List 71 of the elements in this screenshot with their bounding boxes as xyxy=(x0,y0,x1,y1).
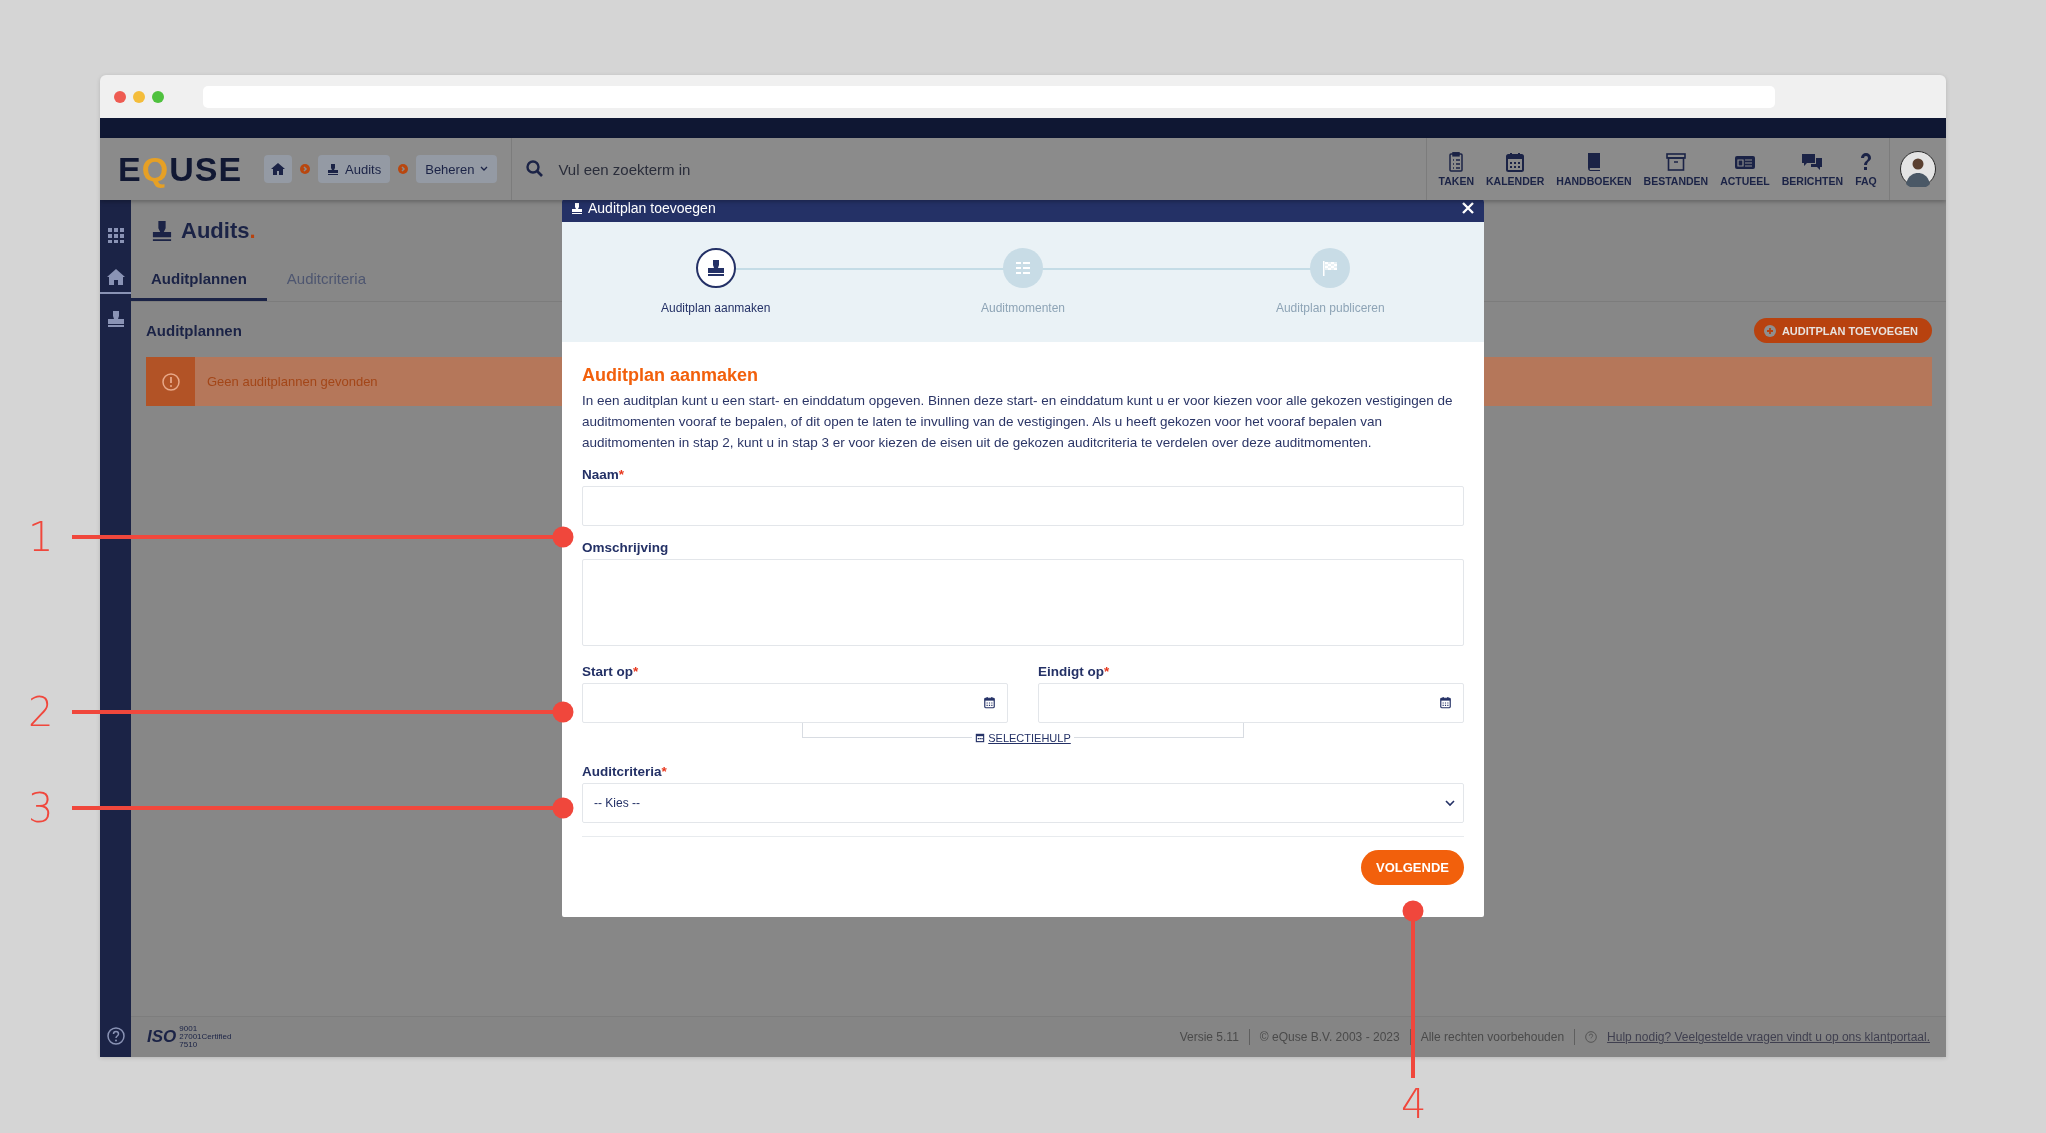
description-field[interactable] xyxy=(582,559,1464,646)
date-field[interactable] xyxy=(1038,683,1464,723)
callout-number: 3 xyxy=(28,784,54,833)
home-icon xyxy=(106,268,125,286)
breadcrumb-link[interactable]: Audits xyxy=(318,155,391,183)
form-heading: Auditplan aanmaken xyxy=(582,365,760,386)
stamp-icon xyxy=(706,259,725,277)
home-button[interactable] xyxy=(264,155,293,183)
warning-icon xyxy=(161,372,180,391)
calendar-icon xyxy=(1504,151,1527,172)
rights-text: Alle rechten voorbehouden xyxy=(1420,1030,1565,1044)
caret-icon xyxy=(480,166,489,172)
help-icon xyxy=(1585,1031,1598,1043)
user-avatar[interactable] xyxy=(1900,151,1936,187)
calendar-icon[interactable] xyxy=(983,696,996,710)
date-field[interactable] xyxy=(582,683,1008,723)
field-label: Start op* xyxy=(582,664,640,679)
nav-item[interactable]: HANDBOEKEN xyxy=(1550,138,1638,200)
help-link[interactable]: Hulp nodig? Veelgestelde vragen vindt u op ons klantportaal. xyxy=(1607,1030,1930,1044)
selection-help-link[interactable]: SELECTIEHULP xyxy=(972,732,1074,744)
criteria-select[interactable]: -- Kies -- xyxy=(582,783,1464,823)
chat-icon xyxy=(1801,151,1824,172)
callout-number: 1 xyxy=(28,513,54,562)
search-field[interactable]: Vul een zoekterm in xyxy=(556,159,961,179)
nav-item[interactable]: ACTUEEL xyxy=(1714,138,1776,200)
intro-text: In een auditplan kunt u een start- en einddatum opgeven. Binnen deze start- en einddatum kunt u er voor kiezen voor alle gekozen vestigingen de auditmomenten vooraf te bepalen, of dit open te laten te invulling van de vestigingen. Als u heeft gekozen voor het vooraf bepalen van auditmomenten in stap 2, kunt u in stap 3 er voor kiezen de eisen uit de gekozen auditcriteria te verdelen over deze auditmomenten. xyxy=(582,392,1454,452)
calendar-icon xyxy=(975,733,986,743)
nav-item[interactable]: FAQ xyxy=(1849,138,1883,200)
archive-box-icon xyxy=(1664,151,1687,172)
plus-icon xyxy=(1763,324,1776,337)
name-field[interactable] xyxy=(582,486,1464,526)
field-label: Eindigt op* xyxy=(1038,664,1111,679)
list-icon xyxy=(1014,259,1032,277)
alert-message: Geen auditplannen gevonden xyxy=(207,374,378,389)
section-title: Auditplannen xyxy=(146,322,242,339)
page-title: Audits. xyxy=(181,218,256,244)
window-controls-icon[interactable] xyxy=(113,89,165,104)
field-label: Naam* xyxy=(582,467,626,482)
callout-number: 2 xyxy=(28,688,54,737)
callout-number: 4 xyxy=(1401,1080,1427,1129)
breadcrumb-dropdown[interactable]: Beheren xyxy=(416,155,498,183)
tab[interactable]: Auditplannen xyxy=(131,258,267,301)
apps-grid-icon xyxy=(106,226,125,244)
nav-item[interactable]: BESTANDEN xyxy=(1637,138,1715,200)
wizard-step[interactable]: Auditplan publiceren xyxy=(1176,222,1484,342)
modal-title: Auditplan toevoegen xyxy=(588,200,717,216)
nav-item[interactable]: BERICHTEN xyxy=(1775,138,1849,200)
stamp-icon xyxy=(151,221,173,241)
close-icon[interactable] xyxy=(1462,202,1474,214)
caret-icon xyxy=(1445,799,1455,807)
home-icon xyxy=(271,163,286,175)
logo[interactable]: EQUSE xyxy=(100,149,265,189)
stamp-icon xyxy=(571,202,583,214)
wizard-step[interactable]: Auditmomenten xyxy=(869,222,1177,342)
add-auditplan-button[interactable]: AUDITPLAN TOEVOEGEN xyxy=(1753,318,1932,343)
version-text: Versie 5.11 xyxy=(1179,1030,1239,1044)
stamp-icon xyxy=(327,163,340,175)
wizard-step[interactable]: Auditplan aanmaken xyxy=(562,222,870,342)
nav-item[interactable]: TAKEN xyxy=(1432,138,1480,200)
next-button[interactable]: VOLGENDE xyxy=(1361,850,1464,885)
nav-item[interactable]: KALENDER xyxy=(1479,138,1551,200)
field-label: Auditcriteria* xyxy=(582,764,668,779)
help-icon[interactable] xyxy=(106,1027,125,1045)
stamp-icon xyxy=(106,310,125,328)
chevron-icon xyxy=(300,164,311,174)
field-label: Omschrijving xyxy=(582,540,670,555)
chevron-icon xyxy=(398,164,409,174)
calendar-icon[interactable] xyxy=(1439,696,1452,710)
copyright-text: © eQuse B.V. 2003 - 2023 xyxy=(1259,1030,1400,1044)
search-icon[interactable] xyxy=(526,160,545,178)
checkered-flag-icon xyxy=(1321,259,1340,277)
